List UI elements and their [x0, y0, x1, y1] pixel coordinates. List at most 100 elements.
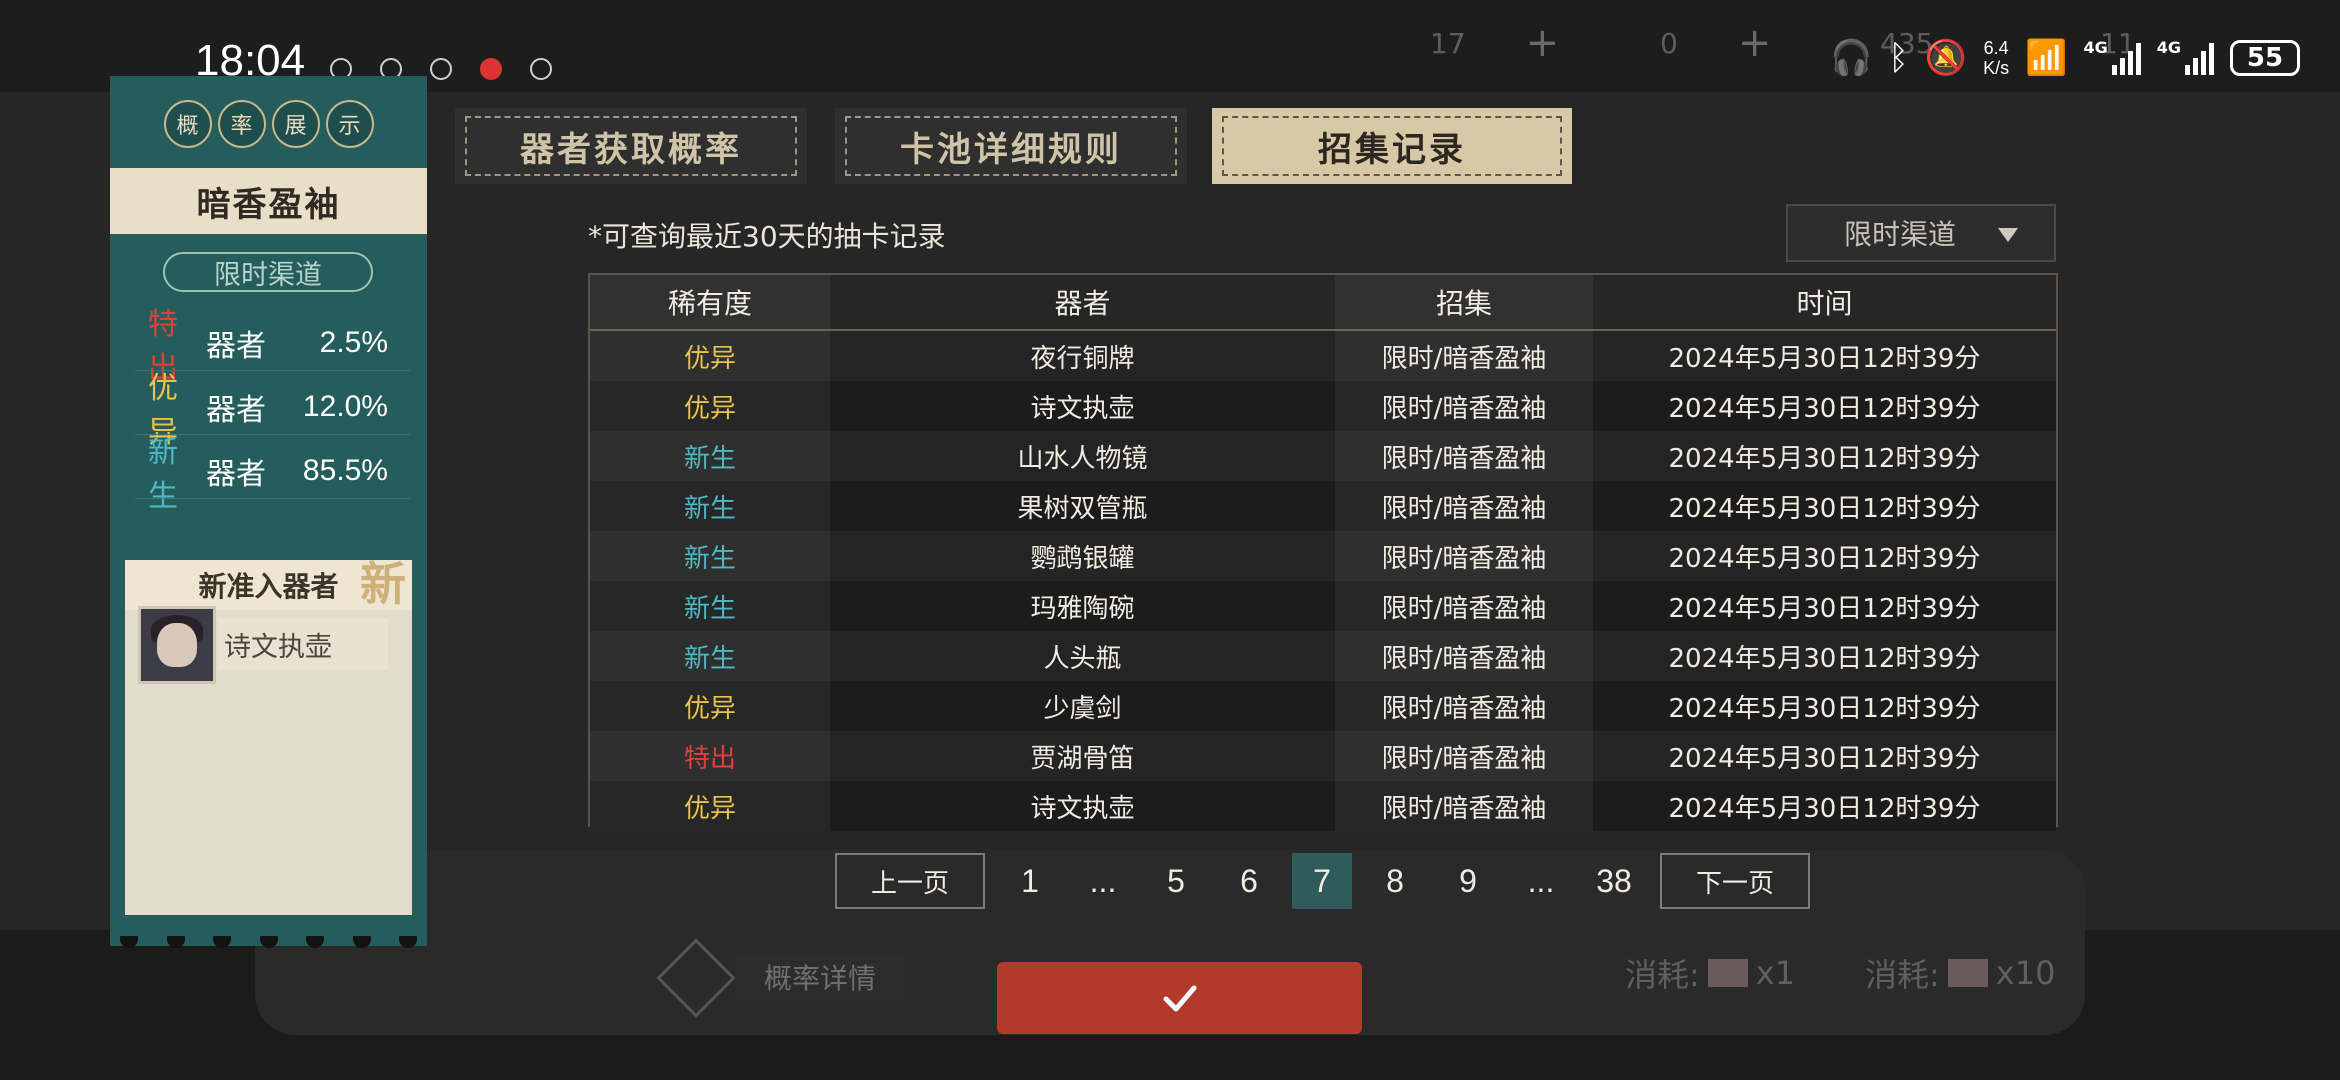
channel-filter-dropdown[interactable]: 限时渠道	[1786, 204, 2056, 262]
prev-page-button[interactable]: 上一页	[835, 853, 985, 909]
rarity-rate: 2.5%	[319, 326, 388, 359]
header-character: 器者	[1054, 287, 1111, 320]
badge-char: 展	[271, 100, 320, 148]
table-row: 优异 少虞剑 限时/暗香盈袖 2024年5月30日12时39分	[590, 681, 2056, 731]
row-pool: 限时/暗香盈袖	[1335, 581, 1593, 631]
tab-pool-rules[interactable]: 卡池详细规则	[835, 108, 1187, 184]
notification-icon	[430, 58, 452, 80]
table-row: 新生 鹦鹉银罐 限时/暗香盈袖 2024年5月30日12时39分	[590, 531, 2056, 581]
envelope-icon	[1947, 959, 1988, 987]
row-time: 2024年5月30日12时39分	[1668, 593, 1981, 624]
row-character: 诗文执壶	[1030, 793, 1135, 824]
table-row: 新生 果树双管瓶 限时/暗香盈袖 2024年5月30日12时39分	[590, 481, 2056, 531]
table-row: 优异 诗文执壶 限时/暗香盈袖 2024年5月30日12时39分	[590, 381, 2056, 431]
rarity-name: 器者	[206, 457, 266, 492]
cost-single: 消耗: x1	[1625, 954, 1796, 994]
tab-acquire-probability[interactable]: 器者获取概率	[455, 108, 807, 184]
table-header: 稀有度 器者 招集 时间	[590, 275, 2056, 331]
row-time: 2024年5月30日12时39分	[1668, 343, 1981, 374]
rate-row-newborn: 新生 器者 85.5%	[148, 435, 388, 514]
badge-char: 率	[217, 100, 266, 148]
table-row: 优异 诗文执壶 限时/暗香盈袖 2024年5月30日12时39分	[590, 781, 2056, 831]
row-pool: 限时/暗香盈袖	[1335, 431, 1593, 481]
page-ellipsis: ...	[1511, 853, 1571, 909]
signal-icon	[2111, 41, 2141, 75]
page-button[interactable]: 9	[1438, 853, 1498, 909]
row-rarity: 特出	[590, 731, 830, 781]
page-button-current[interactable]: 7	[1292, 853, 1352, 909]
table-body: 优异 夜行铜牌 限时/暗香盈袖 2024年5月30日12时39分 优异 诗文执壶 限时/暗…	[590, 331, 2056, 831]
mute-bell-icon: 🔕	[1924, 38, 1968, 78]
row-character: 贾湖骨笛	[1030, 743, 1135, 774]
table-row: 新生 山水人物镜 限时/暗香盈袖 2024年5月30日12时39分	[590, 431, 2056, 481]
confirm-button[interactable]	[997, 962, 1362, 1034]
rate-row-excellent: 优异 器者 12.0%	[148, 371, 388, 450]
rarity-name: 器者	[206, 393, 266, 428]
row-pool: 限时/暗香盈袖	[1335, 381, 1593, 431]
row-rarity: 新生	[590, 431, 830, 481]
header-rarity: 稀有度	[590, 275, 830, 329]
rate-row-special: 特出 器者 2.5%	[148, 307, 388, 386]
row-time: 2024年5月30日12时39分	[1668, 693, 1981, 724]
row-character: 诗文执壶	[1030, 393, 1135, 424]
row-rarity: 新生	[590, 581, 830, 631]
row-time: 2024年5月30日12时39分	[1668, 393, 1981, 424]
badge-char: 示	[325, 100, 374, 148]
row-pool: 限时/暗香盈袖	[1335, 781, 1593, 831]
row-time: 2024年5月30日12时39分	[1668, 793, 1981, 824]
row-character: 山水人物镜	[1017, 443, 1148, 474]
card-scallop-edge	[120, 936, 417, 948]
page-button[interactable]: 6	[1219, 853, 1279, 909]
notification-icon	[480, 58, 502, 80]
table-row: 新生 玛雅陶碗 限时/暗香盈袖 2024年5月30日12时39分	[590, 581, 2056, 631]
row-rarity: 优异	[590, 781, 830, 831]
probability-detail-button: 概率详情	[735, 955, 905, 999]
bluetooth-icon: ᛒ	[1888, 38, 1909, 78]
row-rarity: 优异	[590, 381, 830, 431]
row-character: 玛雅陶碗	[1030, 593, 1135, 624]
network-type: 4G	[2083, 38, 2108, 57]
battery-indicator: 55	[2230, 40, 2300, 76]
row-rarity: 新生	[590, 481, 830, 531]
portrait-face	[157, 623, 197, 667]
row-rarity: 优异	[590, 681, 830, 731]
row-pool: 限时/暗香盈袖	[1335, 331, 1593, 381]
row-pool: 限时/暗香盈袖	[1335, 731, 1593, 781]
envelope-icon	[1707, 959, 1748, 987]
new-character-name: 诗文执壶	[218, 618, 388, 670]
network-speed: 6.4 K/s	[1983, 38, 2010, 78]
rarity-label: 新生	[148, 435, 178, 514]
records-notice: *可查询最近30天的抽卡记录	[588, 220, 946, 253]
row-character: 鹦鹉银罐	[1030, 543, 1135, 574]
banner-name: 暗香盈袖	[110, 168, 427, 234]
header-time: 时间	[1796, 287, 1853, 320]
next-page-button[interactable]: 下一页	[1660, 853, 1810, 909]
probability-display-badges: 概 率 展 示	[110, 100, 427, 148]
cost-ten: 消耗: x10	[1865, 954, 2056, 994]
tab-summon-records[interactable]: 招集记录	[1212, 108, 1572, 184]
row-character: 少虞剑	[1043, 693, 1122, 724]
page-button[interactable]: 1	[1000, 853, 1060, 909]
rarity-rate: 85.5%	[302, 454, 388, 487]
row-pool: 限时/暗香盈袖	[1335, 531, 1593, 581]
row-time: 2024年5月30日12时39分	[1668, 493, 1981, 524]
page-ellipsis: ...	[1073, 853, 1133, 909]
signal-icon	[2185, 41, 2214, 75]
character-portrait[interactable]	[138, 606, 216, 684]
header-pool: 招集	[1335, 275, 1593, 329]
page-button[interactable]: 5	[1146, 853, 1206, 909]
page-button[interactable]: 38	[1584, 853, 1644, 909]
network-type: 4G	[2156, 38, 2181, 57]
rarity-rate: 12.0%	[302, 390, 388, 423]
summon-records-table: 稀有度 器者 招集 时间 优异 夜行铜牌 限时/暗香盈袖 2024年5月30日12时3…	[588, 273, 2058, 831]
checkmark-icon	[1163, 985, 1196, 1012]
page-button[interactable]: 8	[1365, 853, 1425, 909]
headphones-icon: 🎧	[1830, 38, 1873, 78]
caret-down-icon	[1998, 228, 2018, 242]
rarity-name: 器者	[206, 329, 266, 364]
row-time: 2024年5月30日12时39分	[1668, 743, 1981, 774]
resource-counter: 0 +	[1660, 20, 1772, 66]
row-rarity: 优异	[590, 331, 830, 381]
badge-char: 概	[163, 100, 212, 148]
row-time: 2024年5月30日12时39分	[1668, 543, 1981, 574]
